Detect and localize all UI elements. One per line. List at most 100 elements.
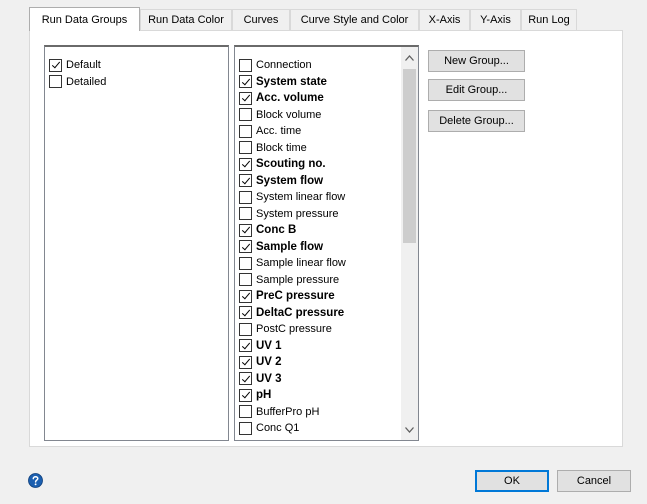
checkbox[interactable]	[239, 207, 252, 221]
list-item-column[interactable]: Acc. volume	[239, 90, 399, 107]
column-label: Scouting no.	[256, 158, 326, 171]
help-icon[interactable]	[28, 473, 43, 488]
list-item-column[interactable]: UV 3	[239, 371, 399, 388]
column-label: Acc. time	[256, 125, 302, 138]
list-item-column[interactable]: DeltaC pressure	[239, 305, 399, 322]
list-item-column[interactable]: Sample flow	[239, 239, 399, 256]
column-label: PreC pressure	[256, 290, 335, 303]
delete-group-button[interactable]: Delete Group...	[428, 110, 525, 132]
checkbox[interactable]	[239, 306, 252, 320]
checkbox[interactable]	[239, 124, 252, 138]
button-label: OK	[504, 475, 520, 487]
checkbox[interactable]	[239, 108, 252, 122]
tab-curves[interactable]: Curves	[232, 9, 290, 30]
scroll-down-button[interactable]	[401, 421, 418, 438]
list-item-column[interactable]: Scouting no.	[239, 156, 399, 173]
checkbox[interactable]	[239, 405, 252, 419]
checkbox[interactable]	[239, 289, 252, 303]
groups-listbox[interactable]: Default Detailed	[44, 45, 229, 441]
list-item-column[interactable]: Block time	[239, 140, 399, 157]
vertical-scrollbar[interactable]	[401, 47, 418, 440]
column-label: Sample pressure	[256, 273, 340, 286]
button-label: Delete Group...	[439, 115, 514, 127]
checkbox[interactable]	[239, 141, 252, 155]
checkbox[interactable]	[49, 75, 62, 89]
column-label: Acc. volume	[256, 92, 324, 105]
tab-x-axis[interactable]: X-Axis	[419, 9, 470, 30]
checkbox[interactable]	[239, 58, 252, 72]
column-label: UV 1	[256, 339, 282, 352]
tab-panel-run-data-groups: Default Detailed Connection System state…	[29, 30, 623, 447]
checkbox[interactable]	[239, 223, 252, 237]
list-item-column[interactable]: Sample pressure	[239, 272, 399, 289]
checkbox[interactable]	[239, 322, 252, 336]
scrollbar-thumb[interactable]	[403, 69, 416, 243]
edit-group-button[interactable]: Edit Group...	[428, 79, 525, 101]
column-label: System pressure	[256, 207, 339, 220]
list-item-column[interactable]: Block volume	[239, 107, 399, 124]
checkbox[interactable]	[239, 256, 252, 270]
column-label: Block volume	[256, 108, 322, 121]
ok-button[interactable]: OK	[475, 470, 549, 492]
list-item-column[interactable]: System linear flow	[239, 189, 399, 206]
checkbox[interactable]	[239, 388, 252, 402]
checkbox[interactable]	[239, 421, 252, 435]
list-item-column[interactable]: Conc B	[239, 222, 399, 239]
column-label: System flow	[256, 174, 324, 187]
list-item-column[interactable]: UV 2	[239, 354, 399, 371]
column-label: Sample linear flow	[256, 257, 346, 270]
list-item-column[interactable]: Conc Q1	[239, 420, 399, 437]
list-item-column[interactable]: pH	[239, 387, 399, 404]
list-item-group[interactable]: Default	[49, 57, 106, 74]
tab-run-log[interactable]: Run Log	[521, 9, 577, 30]
column-label: System state	[256, 75, 327, 88]
groups-list: Default Detailed	[49, 57, 106, 90]
run-data-columns-listbox[interactable]: Connection System state Acc. volume Bloc…	[234, 45, 419, 441]
checkbox[interactable]	[239, 75, 252, 89]
tab-curve-style-and-color[interactable]: Curve Style and Color	[290, 9, 419, 30]
list-item-column[interactable]: Acc. time	[239, 123, 399, 140]
cancel-button[interactable]: Cancel	[557, 470, 631, 492]
column-label: UV 3	[256, 372, 282, 385]
run-data-columns-list: Connection System state Acc. volume Bloc…	[239, 57, 399, 437]
list-item-column[interactable]: BufferPro pH	[239, 404, 399, 421]
column-label: Conc B	[256, 224, 297, 237]
column-label: Block time	[256, 141, 307, 154]
tab-label: Run Log	[528, 14, 570, 26]
column-label: DeltaC pressure	[256, 306, 345, 319]
scroll-up-button[interactable]	[401, 49, 418, 66]
column-label: Connection	[256, 59, 312, 72]
list-item-column[interactable]: System flow	[239, 173, 399, 190]
checkbox[interactable]	[239, 91, 252, 105]
list-item-column[interactable]: PreC pressure	[239, 288, 399, 305]
checkbox[interactable]	[239, 157, 252, 171]
checkbox[interactable]	[49, 58, 62, 72]
button-label: New Group...	[444, 55, 509, 67]
checkbox[interactable]	[239, 190, 252, 204]
checkbox[interactable]	[239, 355, 252, 369]
tab-y-axis[interactable]: Y-Axis	[470, 9, 521, 30]
checkbox[interactable]	[239, 240, 252, 254]
tab-label: X-Axis	[428, 14, 461, 26]
column-label: Sample flow	[256, 240, 324, 253]
new-group-button[interactable]: New Group...	[428, 50, 525, 72]
checkbox[interactable]	[239, 372, 252, 386]
tab-label: Run Data Color	[148, 14, 224, 26]
list-item-column[interactable]: System state	[239, 74, 399, 91]
group-label: Detailed	[66, 75, 107, 88]
group-label: Default	[66, 59, 101, 72]
chevron-up-icon	[405, 54, 414, 61]
list-item-group[interactable]: Detailed	[49, 74, 106, 91]
checkbox[interactable]	[239, 339, 252, 353]
tab-run-data-color[interactable]: Run Data Color	[140, 9, 232, 30]
list-item-column[interactable]: PostC pressure	[239, 321, 399, 338]
column-label: BufferPro pH	[256, 405, 320, 418]
list-item-column[interactable]: Sample linear flow	[239, 255, 399, 272]
list-item-column[interactable]: System pressure	[239, 206, 399, 223]
list-item-column[interactable]: Connection	[239, 57, 399, 74]
checkbox[interactable]	[239, 273, 252, 287]
button-label: Edit Group...	[445, 84, 508, 96]
checkbox[interactable]	[239, 174, 252, 188]
list-item-column[interactable]: UV 1	[239, 338, 399, 355]
tab-run-data-groups[interactable]: Run Data Groups	[29, 7, 140, 31]
